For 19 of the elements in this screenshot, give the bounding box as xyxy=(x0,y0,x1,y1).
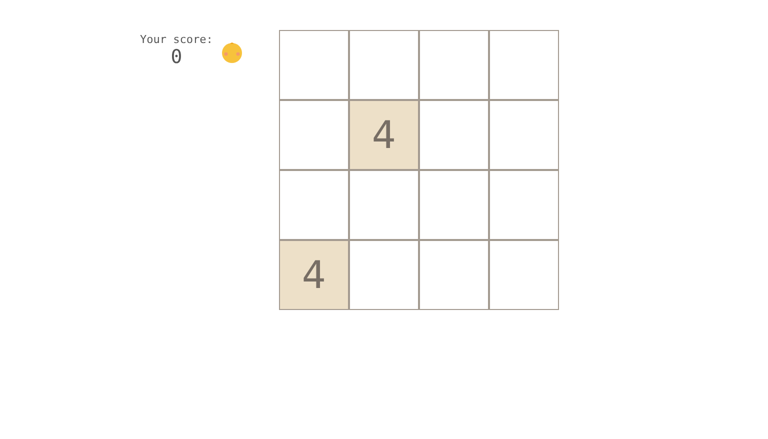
empty-cell xyxy=(280,31,348,99)
empty-cell xyxy=(280,171,348,239)
empty-cell xyxy=(490,31,558,99)
empty-cell xyxy=(420,101,488,169)
number-tile: 4 xyxy=(350,101,418,169)
empty-cell xyxy=(350,241,418,309)
empty-cell xyxy=(490,171,558,239)
empty-cell xyxy=(420,241,488,309)
number-tile: 4 xyxy=(280,241,348,309)
empty-cell xyxy=(350,171,418,239)
empty-cell xyxy=(350,31,418,99)
score-value: 0 xyxy=(170,46,182,68)
empty-cell xyxy=(490,101,558,169)
empty-cell xyxy=(490,241,558,309)
score-label: Your score: xyxy=(140,33,213,46)
empty-cell xyxy=(280,101,348,169)
empty-cell xyxy=(420,31,488,99)
empty-cell xyxy=(420,171,488,239)
baby-icon xyxy=(220,41,243,63)
